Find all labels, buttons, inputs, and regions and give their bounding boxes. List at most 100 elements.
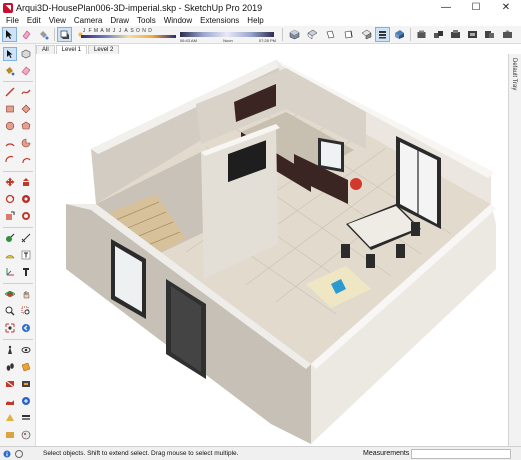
arc-icon[interactable] — [3, 136, 17, 150]
tape-measure-icon[interactable] — [3, 231, 17, 245]
time-end-label: 07:28 PM — [258, 38, 276, 43]
offset-icon[interactable] — [19, 209, 33, 223]
shaded-style-icon[interactable] — [375, 27, 390, 42]
geolocation-icon[interactable] — [15, 449, 23, 458]
tool-palette — [0, 44, 36, 446]
extension-manager-icon[interactable] — [500, 27, 515, 42]
make-component-icon[interactable] — [19, 47, 33, 61]
menu-draw[interactable]: Draw — [106, 16, 133, 25]
text-icon[interactable] — [19, 248, 33, 262]
circle-icon[interactable] — [3, 119, 17, 133]
pie-icon[interactable] — [19, 136, 33, 150]
main-toolbar: J F M A M J J A S O N D 06:43 AM Noon 07… — [0, 26, 521, 44]
hidden-line-style-icon[interactable] — [359, 27, 374, 42]
shadows-toggle-icon[interactable] — [57, 27, 72, 42]
chair — [411, 222, 420, 236]
default-tray-label: Default Tray — [511, 58, 517, 91]
scale-icon[interactable] — [3, 209, 17, 223]
time-noon-label: Noon — [223, 38, 233, 43]
extension-warehouse-icon[interactable] — [448, 27, 463, 42]
walk-icon[interactable] — [3, 360, 17, 374]
window-title: Arqui3D-HousePlan006-3D-imperial.skp - S… — [16, 2, 263, 13]
polygon-icon[interactable] — [19, 119, 33, 133]
menu-window[interactable]: Window — [160, 16, 196, 25]
menu-view[interactable]: View — [45, 16, 70, 25]
house-3d-model — [66, 60, 496, 444]
title-bar: Arqui3D-HousePlan006-3D-imperial.skp - S… — [0, 0, 521, 15]
maximize-button[interactable]: ☐ — [461, 0, 491, 15]
tab-level-2[interactable]: Level 2 — [88, 45, 120, 54]
send-to-layout-icon[interactable] — [482, 27, 497, 42]
display-section-icon[interactable] — [3, 377, 17, 391]
paint-bucket-icon[interactable] — [3, 64, 17, 78]
close-button[interactable]: ✕ — [491, 0, 521, 15]
axes-icon[interactable] — [3, 265, 17, 279]
textured-style-icon[interactable] — [392, 27, 407, 42]
zoom-icon[interactable] — [3, 304, 17, 318]
materials-icon[interactable] — [19, 428, 33, 442]
front-view-icon[interactable] — [323, 27, 338, 42]
tab-all[interactable]: All — [36, 45, 55, 54]
rotate-icon[interactable] — [3, 192, 17, 206]
top-view-icon[interactable] — [305, 27, 320, 42]
warehouse-icon[interactable] — [414, 27, 429, 42]
two-point-arc-icon[interactable] — [19, 153, 33, 167]
section-fill-icon[interactable] — [19, 377, 33, 391]
modeling-viewport[interactable] — [36, 54, 508, 446]
move-icon[interactable] — [3, 175, 17, 189]
default-tray-collapsed[interactable]: Default Tray — [508, 54, 521, 446]
styles-icon[interactable] — [3, 411, 17, 425]
sandbox-icon[interactable] — [3, 394, 17, 408]
outliner-icon[interactable] — [19, 394, 33, 408]
protractor-icon[interactable] — [3, 248, 17, 262]
section-plane-icon[interactable] — [19, 360, 33, 374]
menu-extensions[interactable]: Extensions — [196, 16, 243, 25]
previous-view-icon[interactable] — [19, 321, 33, 335]
iso-view-icon[interactable] — [287, 27, 302, 42]
line-icon[interactable] — [3, 85, 17, 99]
shadow-month-scale[interactable]: J F M A M J J A S O N D — [81, 28, 153, 34]
measurements-label: Measurements — [363, 450, 410, 457]
rotated-rectangle-icon[interactable] — [19, 102, 33, 116]
menu-edit[interactable]: Edit — [23, 16, 45, 25]
zoom-extents-icon[interactable] — [3, 321, 17, 335]
sketchup-logo-icon — [3, 2, 13, 13]
paint-bucket-icon[interactable] — [36, 27, 51, 42]
dimension-icon[interactable] — [19, 231, 33, 245]
measurements-input[interactable] — [411, 449, 511, 459]
right-view-icon[interactable] — [341, 27, 356, 42]
eraser-icon[interactable] — [19, 64, 33, 78]
minimize-button[interactable]: — — [431, 0, 461, 15]
eraser-icon[interactable] — [19, 27, 34, 42]
layers-icon[interactable] — [19, 411, 33, 425]
orbit-icon[interactable] — [3, 287, 17, 301]
freehand-icon[interactable] — [19, 85, 33, 99]
chair — [341, 244, 350, 258]
menu-tools[interactable]: Tools — [133, 16, 160, 25]
layout-icon[interactable] — [465, 27, 480, 42]
select-icon[interactable] — [3, 47, 17, 61]
menu-file[interactable]: File — [2, 16, 23, 25]
menu-help[interactable]: Help — [243, 16, 267, 25]
tab-level-1[interactable]: Level 1 — [55, 45, 88, 54]
push-pull-icon[interactable] — [19, 175, 33, 189]
menu-camera[interactable]: Camera — [70, 16, 106, 25]
menu-bar: File Edit View Camera Draw Tools Window … — [0, 15, 521, 26]
3d-text-icon[interactable] — [19, 265, 33, 279]
status-bar: Select objects. Shift to extend select. … — [0, 446, 521, 460]
month-label: D — [148, 28, 152, 34]
pan-icon[interactable] — [19, 287, 33, 301]
select-icon[interactable] — [2, 27, 17, 42]
three-point-arc-icon[interactable] — [3, 153, 17, 167]
scenes-icon[interactable] — [3, 428, 17, 442]
rectangle-icon[interactable] — [3, 102, 17, 116]
look-around-icon[interactable] — [19, 343, 33, 357]
shadow-time-slider[interactable] — [180, 32, 274, 37]
shadow-date-slider[interactable] — [81, 35, 176, 38]
components-icon[interactable] — [431, 27, 446, 42]
chair — [366, 254, 375, 268]
zoom-window-icon[interactable] — [19, 304, 33, 318]
position-camera-icon[interactable] — [3, 343, 17, 357]
shadow-time-labels: 06:43 AM Noon 07:28 PM — [180, 38, 276, 43]
follow-me-icon[interactable] — [19, 192, 33, 206]
